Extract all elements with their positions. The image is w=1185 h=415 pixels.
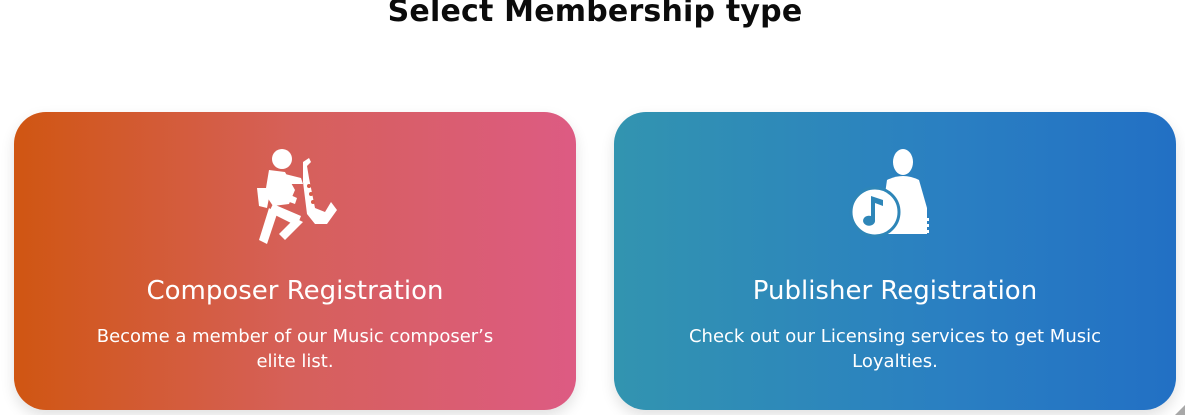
publisher-registration-title: Publisher Registration (752, 276, 1038, 306)
composer-registration-description: Become a member of our Music composer’s … (96, 326, 494, 372)
publisher-registration-description: Check out our Licensing services to get … (688, 326, 1102, 372)
music-publisher-icon (845, 148, 945, 252)
saxophone-player-icon (245, 148, 345, 252)
membership-page: Select Membership type Composer Registra… (0, 0, 1185, 415)
composer-registration-title: Composer Registration (146, 276, 444, 306)
publisher-registration-card[interactable]: Publisher Registration Check out our Lic… (614, 112, 1176, 410)
resize-handle (1175, 405, 1185, 415)
page-title: Select Membership type (387, 0, 803, 29)
composer-registration-card[interactable]: Composer Registration Become a member of… (14, 112, 576, 410)
